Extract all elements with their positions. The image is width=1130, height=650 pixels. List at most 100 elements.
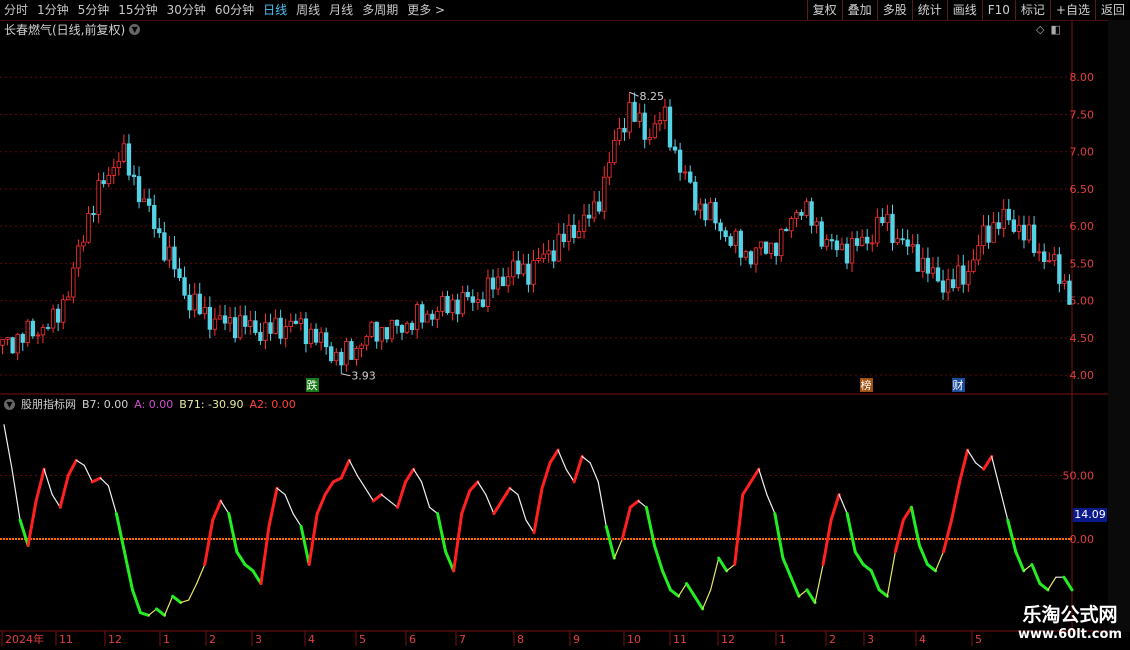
indicator-line-segment [164, 595, 174, 616]
indicator-line-segment [758, 468, 768, 496]
candle-body [880, 216, 885, 224]
candle-body [182, 277, 187, 296]
indicator-line-segment [773, 512, 785, 560]
indicator-line-segment [821, 518, 833, 566]
indicator-line-segment [620, 505, 632, 541]
candle-body [708, 201, 713, 221]
candle-body [551, 250, 556, 262]
high-price-pointer [629, 91, 639, 97]
candle-body [642, 112, 647, 140]
date-label: 2 [209, 633, 216, 646]
candle-body [308, 328, 314, 345]
indicator-line-segment [991, 455, 1001, 489]
indicator-line-segment [517, 493, 527, 521]
candle-body [106, 175, 111, 185]
candle-body [359, 344, 364, 349]
candle-body [404, 322, 410, 333]
indicator-line-segment [75, 459, 85, 466]
date-label: 4 [919, 633, 926, 646]
candle-body [465, 291, 470, 298]
candle-body [966, 271, 971, 285]
indicator-line-segment [532, 486, 544, 535]
indicator-line-segment [485, 493, 495, 515]
indicator-line-segment [525, 519, 535, 534]
indicator-line-segment [500, 486, 512, 503]
price-tick-label: 6.50 [1070, 183, 1095, 196]
date-label: 10 [627, 633, 641, 646]
candle-body [116, 160, 122, 169]
indicator-line-segment [950, 480, 962, 522]
indicator-line-segment [436, 512, 448, 554]
candle-body [20, 333, 25, 343]
indicator-value: A: 0.00 [134, 397, 174, 411]
indicator-line-segment [188, 582, 198, 601]
candle-body [445, 296, 450, 314]
candle-body [389, 319, 395, 340]
indicator-line-segment [942, 518, 954, 554]
candle-body [187, 294, 192, 311]
indicator-line-segment [235, 550, 247, 566]
indicator-line-segment [685, 582, 697, 598]
indicator-value: B71: -30.90 [179, 397, 244, 411]
indicator-line-segment [155, 607, 167, 617]
candle-body [647, 137, 652, 140]
candle-body [794, 212, 799, 219]
price-tick-label: 4.00 [1070, 369, 1095, 382]
indicator-line-segment [51, 493, 61, 508]
candle-body [930, 267, 936, 274]
candle-body [662, 106, 668, 122]
date-label: 2024年 [5, 632, 44, 646]
candle-body [885, 213, 890, 224]
indicator-line-segment [557, 449, 567, 470]
price-tick-label: 8.00 [1070, 71, 1095, 84]
candle-body [1042, 251, 1047, 262]
indicator-line-segment [999, 487, 1009, 521]
candle-body [334, 351, 339, 362]
candle-body [495, 276, 501, 290]
candle-body [1011, 219, 1017, 232]
candle-body [809, 201, 814, 226]
candle-body [571, 224, 577, 238]
indicator-line-segment [613, 538, 623, 559]
date-label: 8 [517, 633, 524, 646]
candle-body [546, 250, 551, 255]
candle-body [1001, 208, 1006, 229]
candle-body [991, 222, 996, 243]
candle-body [131, 174, 137, 177]
indicator-line-segment [107, 485, 118, 515]
candle-body [763, 241, 769, 254]
candle-body [935, 267, 941, 282]
indicator-line-segment [766, 493, 776, 515]
candle-body [55, 308, 61, 323]
candle-body [637, 112, 642, 122]
indicator-line-segment [886, 551, 896, 597]
chart-canvas: 8.00 7.50 7.00 6.50 6.00 5.50 5.00 4.50 4.00 8.25… [0, 20, 1130, 646]
event-marker-label: 榜 [861, 378, 872, 392]
indicator-line-segment [211, 499, 223, 522]
indicator-line-segment [805, 588, 817, 605]
candle-body [971, 259, 976, 272]
indicator-line-segment [371, 493, 383, 503]
candle-body [556, 233, 561, 262]
candle-body [1067, 280, 1072, 305]
event-marker-label: 跌 [307, 378, 318, 392]
indicator-line-segment [203, 518, 215, 566]
date-label: 4 [308, 633, 315, 646]
candle-body [460, 291, 465, 315]
indicator-line-segment [1030, 562, 1042, 586]
candle-body [399, 325, 405, 333]
indicator-line-segment [428, 506, 439, 515]
candle-body [480, 299, 486, 307]
date-label: 7 [459, 633, 466, 646]
indicator-line-segment [572, 454, 584, 484]
indicator-line-segment [395, 480, 408, 509]
current-value-tag: 14.09 [1073, 508, 1107, 522]
candle-body [915, 244, 920, 272]
candle-body [232, 317, 238, 339]
chevron-down-icon[interactable]: ▼ [4, 398, 15, 410]
candle-body [369, 321, 374, 337]
price-tick-label: 7.50 [1070, 108, 1095, 121]
candle-body [207, 306, 213, 330]
candle-body [384, 327, 389, 340]
date-label: 3 [867, 633, 874, 646]
